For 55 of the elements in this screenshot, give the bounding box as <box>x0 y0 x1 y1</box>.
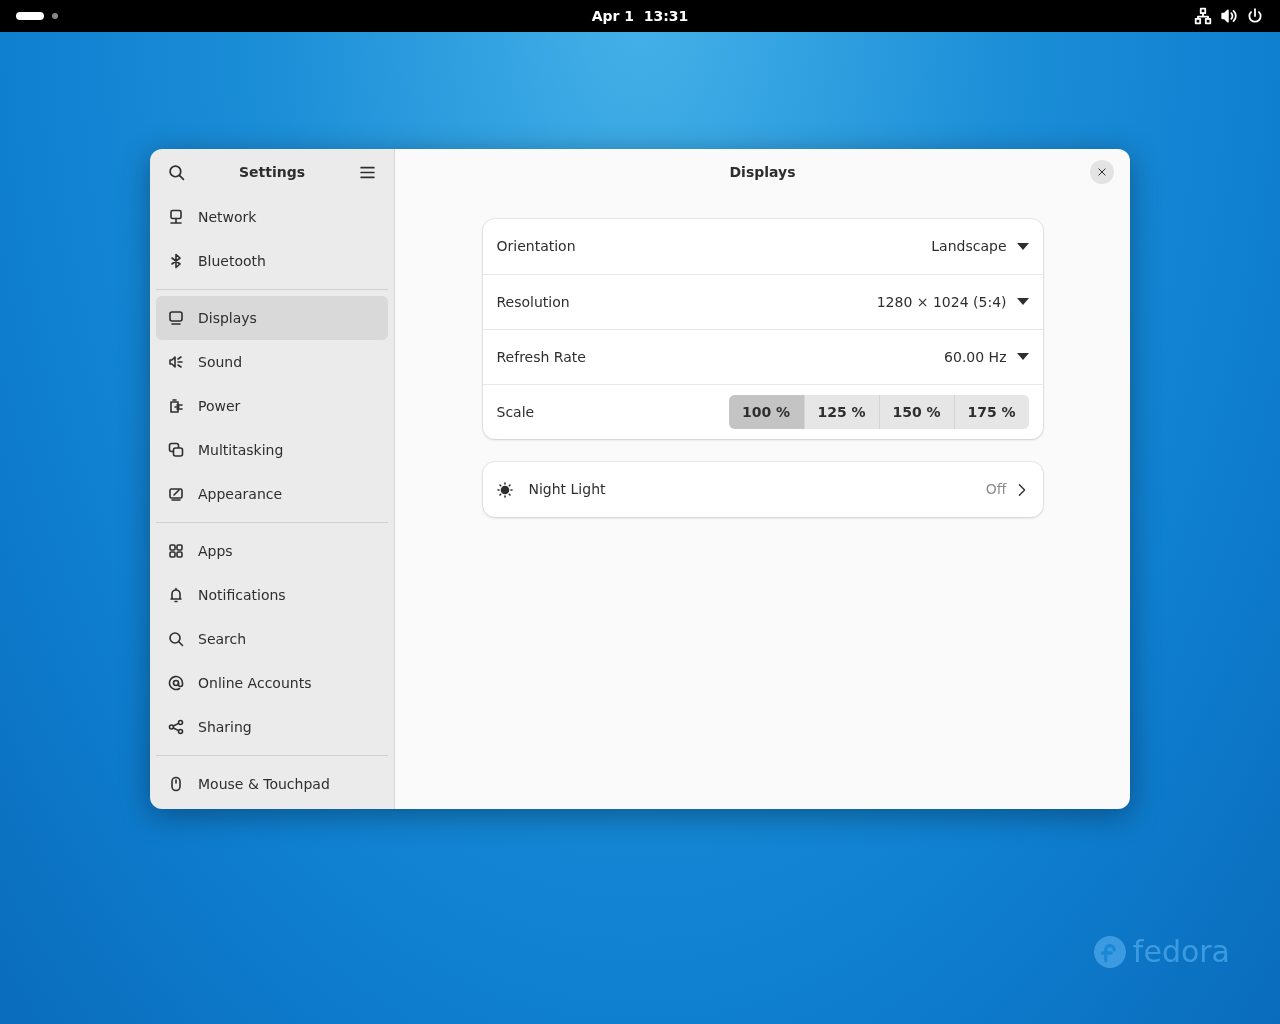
speaker-icon <box>168 354 184 370</box>
at-sign-icon <box>168 675 184 691</box>
mouse-icon <box>168 776 184 792</box>
caret-icon <box>1016 298 1029 306</box>
page-title: Displays <box>729 162 796 182</box>
overlapping-windows-icon <box>168 442 184 458</box>
network-monitor-icon <box>168 209 184 225</box>
scale-option[interactable]: 100 % <box>728 395 804 429</box>
sun-icon <box>496 481 513 498</box>
setting-label: Resolution <box>496 292 570 312</box>
sidebar-item[interactable]: Bluetooth <box>156 239 388 283</box>
close-icon <box>1097 167 1107 177</box>
scale-option[interactable]: 175 % <box>953 395 1029 429</box>
sidebar-item[interactable]: Apps <box>156 529 388 573</box>
bell-icon <box>168 587 184 603</box>
network-icon <box>1194 7 1212 25</box>
power-icon <box>1246 7 1264 25</box>
setting-label: Orientation <box>496 237 576 256</box>
sidebar-item[interactable]: Appearance <box>156 472 388 516</box>
sidebar-item[interactable]: Online Accounts <box>156 661 388 705</box>
workspace-indicator[interactable] <box>52 13 58 19</box>
clock[interactable]: Apr 1 13:31 <box>591 5 689 27</box>
workspace-indicator[interactable] <box>16 12 44 20</box>
sidebar-item[interactable]: Multitasking <box>156 428 388 472</box>
sidebar-item[interactable]: Notifications <box>156 573 388 617</box>
dropdown[interactable]: 1280 × 1024 (5:4) <box>876 291 1029 313</box>
night-light-row[interactable]: Night Light Off <box>482 462 1043 517</box>
setting-label: Refresh Rate <box>496 347 586 367</box>
search-icon <box>168 631 184 647</box>
search-icon <box>168 164 185 181</box>
sidebar-item[interactable]: Network <box>156 195 388 239</box>
bluetooth-icon <box>168 253 184 269</box>
menu-icon <box>359 164 376 181</box>
setting-value: Off <box>985 480 1007 499</box>
caret-icon <box>1016 242 1029 251</box>
monitor-icon <box>168 310 184 326</box>
grid-icon <box>168 543 184 559</box>
setting-label: Scale <box>496 402 535 422</box>
logo-icon <box>1092 934 1127 969</box>
dropdown[interactable]: Landscape <box>931 236 1029 257</box>
setting-label: Night Light <box>528 480 606 499</box>
caret-icon <box>1016 353 1029 361</box>
share-icon <box>168 719 184 735</box>
battery-plug-icon <box>168 398 184 414</box>
sidebar-item[interactable]: Sharing <box>156 705 388 749</box>
pencil-monitor-icon <box>168 486 184 502</box>
close-button[interactable] <box>1090 160 1114 184</box>
sidebar-item[interactable]: Displays <box>156 296 388 340</box>
sidebar-item[interactable]: Power <box>156 384 388 428</box>
sidebar-item[interactable]: Search <box>156 617 388 661</box>
dropdown[interactable]: 60.00 Hz <box>944 346 1029 368</box>
volume-icon <box>1220 7 1238 25</box>
sidebar-title: Settings <box>238 162 306 182</box>
sidebar-item[interactable]: Sound <box>156 340 388 384</box>
sidebar-item[interactable]: Mouse & Touchpad <box>156 762 388 806</box>
